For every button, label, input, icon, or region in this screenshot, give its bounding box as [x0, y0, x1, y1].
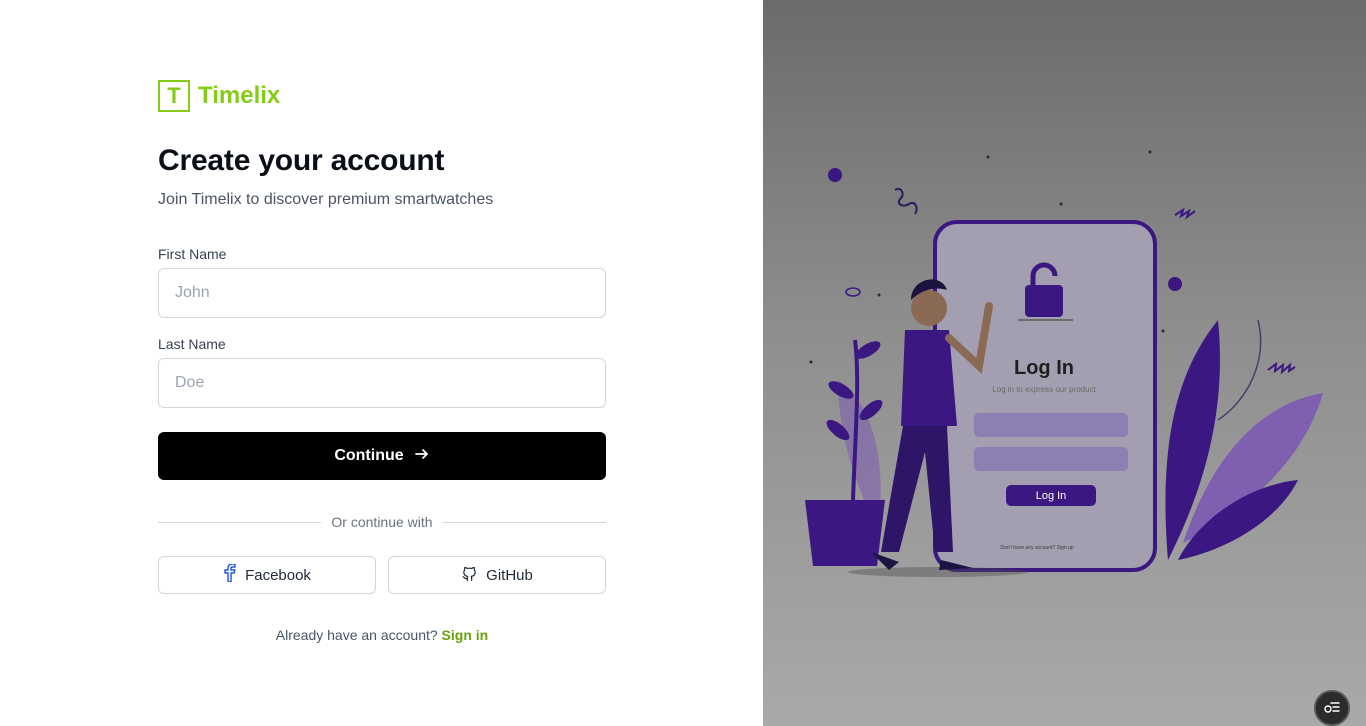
continue-button[interactable]: Continue — [158, 432, 606, 480]
illustration-button-label: Log In — [1036, 490, 1067, 502]
illustration-heading: Log In — [1014, 357, 1074, 379]
divider-line — [442, 521, 607, 523]
illustration-caption: Log in to express our product — [992, 385, 1096, 394]
logo-mark: T — [158, 80, 190, 112]
page-subtitle: Join Timelix to discover premium smartwa… — [158, 191, 494, 208]
signin-prompt: Already have an account? — [275, 627, 438, 643]
divider-text: Or continue with — [331, 514, 433, 530]
last-name-input[interactable] — [158, 358, 606, 408]
facebook-icon — [223, 563, 237, 586]
facebook-label: Facebook — [245, 566, 311, 584]
first-name-input[interactable] — [158, 268, 606, 318]
facebook-button[interactable]: Facebook — [158, 556, 376, 594]
login-illustration: Log In Log in to express our product Log… — [805, 150, 1323, 577]
signin-link[interactable]: Sign in — [442, 627, 489, 643]
illustration-footer: Don't have any account? Sign up — [1000, 545, 1073, 551]
page-title: Create your account — [158, 144, 445, 177]
signin-row: Already have an account? Sign in — [158, 627, 606, 643]
social-divider: Or continue with — [158, 512, 607, 532]
signup-panel: T Timelix Create your account Join Timel… — [0, 0, 763, 726]
github-button[interactable]: GitHub — [388, 556, 606, 594]
brand-name: Timelix — [198, 82, 281, 109]
first-name-label: First Name — [158, 246, 227, 262]
menu-fab-button[interactable] — [1314, 690, 1350, 726]
github-label: GitHub — [486, 566, 533, 584]
divider-line — [158, 521, 322, 523]
menu-icon — [1323, 698, 1341, 719]
github-icon — [461, 565, 478, 586]
illustration-panel: Log In Log in to express our product Log… — [763, 0, 1366, 726]
arrow-right-icon — [414, 446, 430, 467]
brand-logo[interactable]: T Timelix — [158, 80, 280, 112]
continue-label: Continue — [334, 447, 404, 464]
last-name-label: Last Name — [158, 336, 226, 352]
